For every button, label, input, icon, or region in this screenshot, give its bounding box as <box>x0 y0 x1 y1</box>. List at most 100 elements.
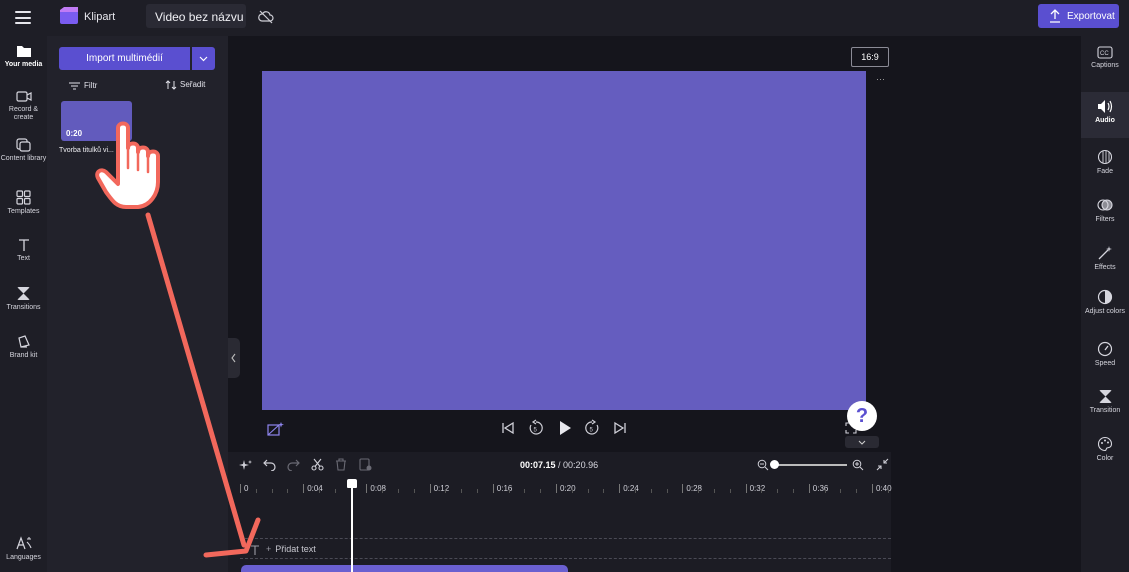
filters-icon <box>1097 199 1113 211</box>
zoom-slider-track[interactable] <box>773 464 847 466</box>
panel-fade[interactable]: Fade <box>1081 149 1129 176</box>
project-title-input[interactable]: Video bez názvu <box>146 4 246 28</box>
speaker-icon <box>1098 100 1113 113</box>
import-media-button[interactable]: Import multimédií <box>59 47 190 70</box>
panel-color[interactable]: Color <box>1081 436 1129 463</box>
svg-text:5: 5 <box>590 428 594 434</box>
ai-sparkle-icon[interactable] <box>239 459 253 472</box>
panel-label: Adjust colors <box>1084 308 1126 315</box>
export-label: Exportovat <box>1067 11 1115 22</box>
magic-wand-icon <box>1098 246 1112 260</box>
nav-content-library[interactable]: Content library <box>0 138 47 163</box>
ruler-minor-tick <box>255 489 257 493</box>
ruler-tick <box>682 484 684 493</box>
panel-effects[interactable]: Effects <box>1081 245 1129 272</box>
chevron-down-icon <box>199 56 208 62</box>
panel-captions[interactable]: CC Captions <box>1081 46 1129 70</box>
folder-icon <box>16 46 31 57</box>
ruler-minor-tick <box>540 489 542 493</box>
ruler-minor-tick <box>508 489 510 493</box>
redo-icon[interactable] <box>287 458 300 471</box>
ruler-minor-tick <box>461 489 463 493</box>
sort-icon <box>165 80 177 90</box>
playhead-line[interactable] <box>351 482 353 572</box>
nav-your-media[interactable]: Your media <box>0 44 47 69</box>
track-divider <box>240 558 891 559</box>
chevron-left-icon <box>231 353 236 363</box>
skip-forward-icon[interactable] <box>612 420 628 436</box>
timeline-ruler[interactable]: 0 0:04 0:08 0:12 0:16 0:20 0:24 0:28 0:32 0:36 0:4… <box>228 480 892 496</box>
ruler-tick-label: 0:36 <box>812 484 829 493</box>
app-name: Klipart <box>84 11 116 23</box>
skip-back-icon[interactable] <box>500 420 516 436</box>
nav-label: Brand kit <box>9 352 38 359</box>
panel-filters[interactable]: Filters <box>1081 197 1129 224</box>
filter-button[interactable]: Filtr <box>69 81 97 90</box>
video-preview-canvas[interactable] <box>262 71 866 410</box>
panel-label: Speed <box>1094 360 1116 367</box>
ruler-minor-tick <box>382 489 384 493</box>
undo-icon[interactable] <box>263 458 276 471</box>
ruler-minor-tick <box>635 489 636 493</box>
track-divider <box>240 538 891 539</box>
nav-label: Transitions <box>6 304 41 311</box>
nav-text[interactable]: Text <box>0 238 47 263</box>
panel-speed[interactable]: Speed <box>1081 341 1129 368</box>
panel-transition[interactable]: Transition <box>1081 389 1129 415</box>
more-options-icon[interactable]: ··· <box>876 74 885 84</box>
delete-icon[interactable] <box>335 458 347 471</box>
fit-timeline-icon[interactable] <box>876 458 889 471</box>
captions-icon: CC <box>1097 46 1113 59</box>
sort-label: Seřadit <box>180 80 206 90</box>
nav-languages[interactable]: Languages <box>0 536 47 562</box>
zoom-in-icon[interactable] <box>852 459 864 471</box>
detach-audio-icon[interactable] <box>359 458 372 471</box>
import-dropdown-button[interactable] <box>192 47 215 70</box>
media-clip-thumbnail[interactable]: 0:20 <box>61 101 132 141</box>
nav-transitions[interactable]: Transitions <box>0 286 47 312</box>
ruler-tick-label: 0:32 <box>749 484 766 493</box>
nav-templates[interactable]: Templates <box>0 190 47 216</box>
add-plus: + <box>266 544 272 554</box>
help-collapse-button[interactable] <box>845 436 879 448</box>
remove-background-icon[interactable] <box>267 421 285 437</box>
time-separator: / <box>555 460 564 470</box>
nav-record-create[interactable]: Record & create <box>0 90 47 122</box>
ruler-tick-label: 0:40 <box>876 484 892 493</box>
ruler-minor-tick <box>571 489 573 493</box>
sort-button[interactable]: Seřadit <box>165 80 205 90</box>
collapse-panel-button[interactable] <box>228 338 240 378</box>
left-navigation: Your media Record & create Content libra… <box>0 36 47 572</box>
panel-audio[interactable]: Audio <box>1081 92 1129 138</box>
ruler-tick-label: 0:16 <box>496 484 513 493</box>
forward-5s-icon[interactable]: 5 <box>583 419 601 437</box>
help-button[interactable]: ? <box>847 401 877 431</box>
play-icon[interactable] <box>556 419 574 437</box>
split-scissors-icon[interactable] <box>311 458 324 471</box>
export-button[interactable]: Exportovat <box>1038 4 1119 28</box>
menu-icon[interactable] <box>15 11 31 24</box>
camera-icon <box>15 91 32 102</box>
languages-icon <box>15 536 32 550</box>
add-text-button[interactable]: + Přidat text <box>250 544 316 555</box>
properties-panel: CC Captions Audio Fade Filters Effects A… <box>1081 36 1129 572</box>
panel-adjust-colors[interactable]: Adjust colors <box>1081 289 1129 316</box>
cloud-off-icon[interactable] <box>258 9 274 25</box>
total-time: 00:20.96 <box>563 460 599 470</box>
panel-label: Audio <box>1095 117 1115 124</box>
current-time: 00:07.15 <box>520 460 556 470</box>
aspect-ratio-button[interactable]: 16:9 <box>851 47 889 67</box>
timeline-video-clip[interactable] <box>241 565 568 572</box>
ruler-minor-tick <box>666 489 668 493</box>
ruler-tick-label: 0:28 <box>686 484 702 493</box>
ruler-minor-tick <box>840 489 842 493</box>
nav-brand-kit[interactable]: Brand kit <box>0 334 47 360</box>
playhead-handle[interactable] <box>347 479 357 488</box>
zoom-slider-handle[interactable] <box>770 460 779 469</box>
rewind-5s-icon[interactable]: 5 <box>527 419 545 437</box>
clip-duration: 0:20 <box>66 129 83 138</box>
zoom-out-icon[interactable] <box>757 459 769 471</box>
fade-icon <box>1097 149 1113 165</box>
ruler-tick <box>366 484 368 493</box>
ruler-minor-tick <box>271 489 273 493</box>
